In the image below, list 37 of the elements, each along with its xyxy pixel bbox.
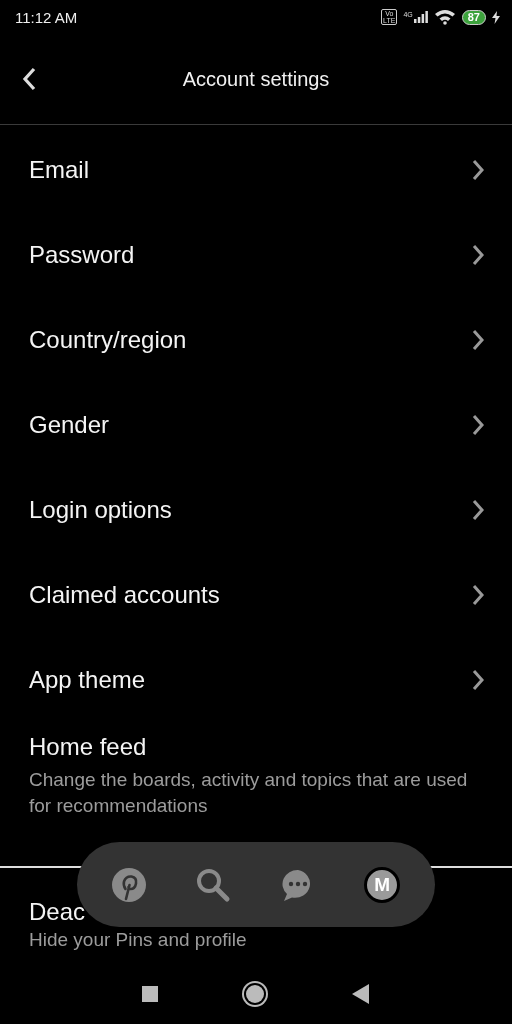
settings-row[interactable]: Email xyxy=(0,127,512,212)
recents-icon[interactable] xyxy=(142,985,158,1002)
chevron-icon xyxy=(471,413,485,436)
page-title: Account settings xyxy=(182,67,330,91)
settings-row[interactable]: Home feed Change the boards, activity and topics that are used for recommendations xyxy=(29,733,483,819)
signal-icon xyxy=(413,11,428,23)
chevron-icon xyxy=(471,498,485,521)
chevron-icon xyxy=(471,668,485,691)
row-description: Change the boards, activity and topics that are used for recommendations xyxy=(29,768,469,818)
row-label: Login options xyxy=(29,495,172,524)
row-label: Deac xyxy=(29,897,87,926)
settings-row[interactable]: Country/region xyxy=(0,297,512,382)
home-icon[interactable] xyxy=(246,984,264,1003)
pin-logo-icon[interactable] xyxy=(111,867,146,902)
settings-row[interactable]: Gender xyxy=(0,382,512,467)
settings-row[interactable]: Claimed accounts xyxy=(0,552,512,637)
row-label: Email xyxy=(29,155,89,184)
chevron-icon xyxy=(471,328,485,351)
chevron-icon xyxy=(471,583,485,606)
battery-indicator: 87 xyxy=(461,9,486,25)
settings-row[interactable]: Password xyxy=(0,212,512,297)
settings-row[interactable]: App theme xyxy=(0,637,512,722)
row-label: Home feed xyxy=(29,733,148,761)
row-label: Country/region xyxy=(29,325,187,354)
row-description: Hide your Pins and profile xyxy=(29,927,247,952)
settings-row[interactable]: Login options xyxy=(0,467,512,552)
row-label: Gender xyxy=(29,410,110,439)
row-label: Password xyxy=(29,240,135,269)
row-label: Claimed accounts xyxy=(29,580,220,609)
wifi-icon xyxy=(433,9,456,25)
back-icon[interactable] xyxy=(22,67,36,91)
back-icon[interactable] xyxy=(352,983,370,1004)
chevron-icon xyxy=(471,158,485,181)
search-icon[interactable] xyxy=(195,866,232,903)
status-time: 11:12 AM xyxy=(15,8,78,26)
chevron-icon xyxy=(471,243,485,266)
row-label: App theme xyxy=(29,665,146,694)
